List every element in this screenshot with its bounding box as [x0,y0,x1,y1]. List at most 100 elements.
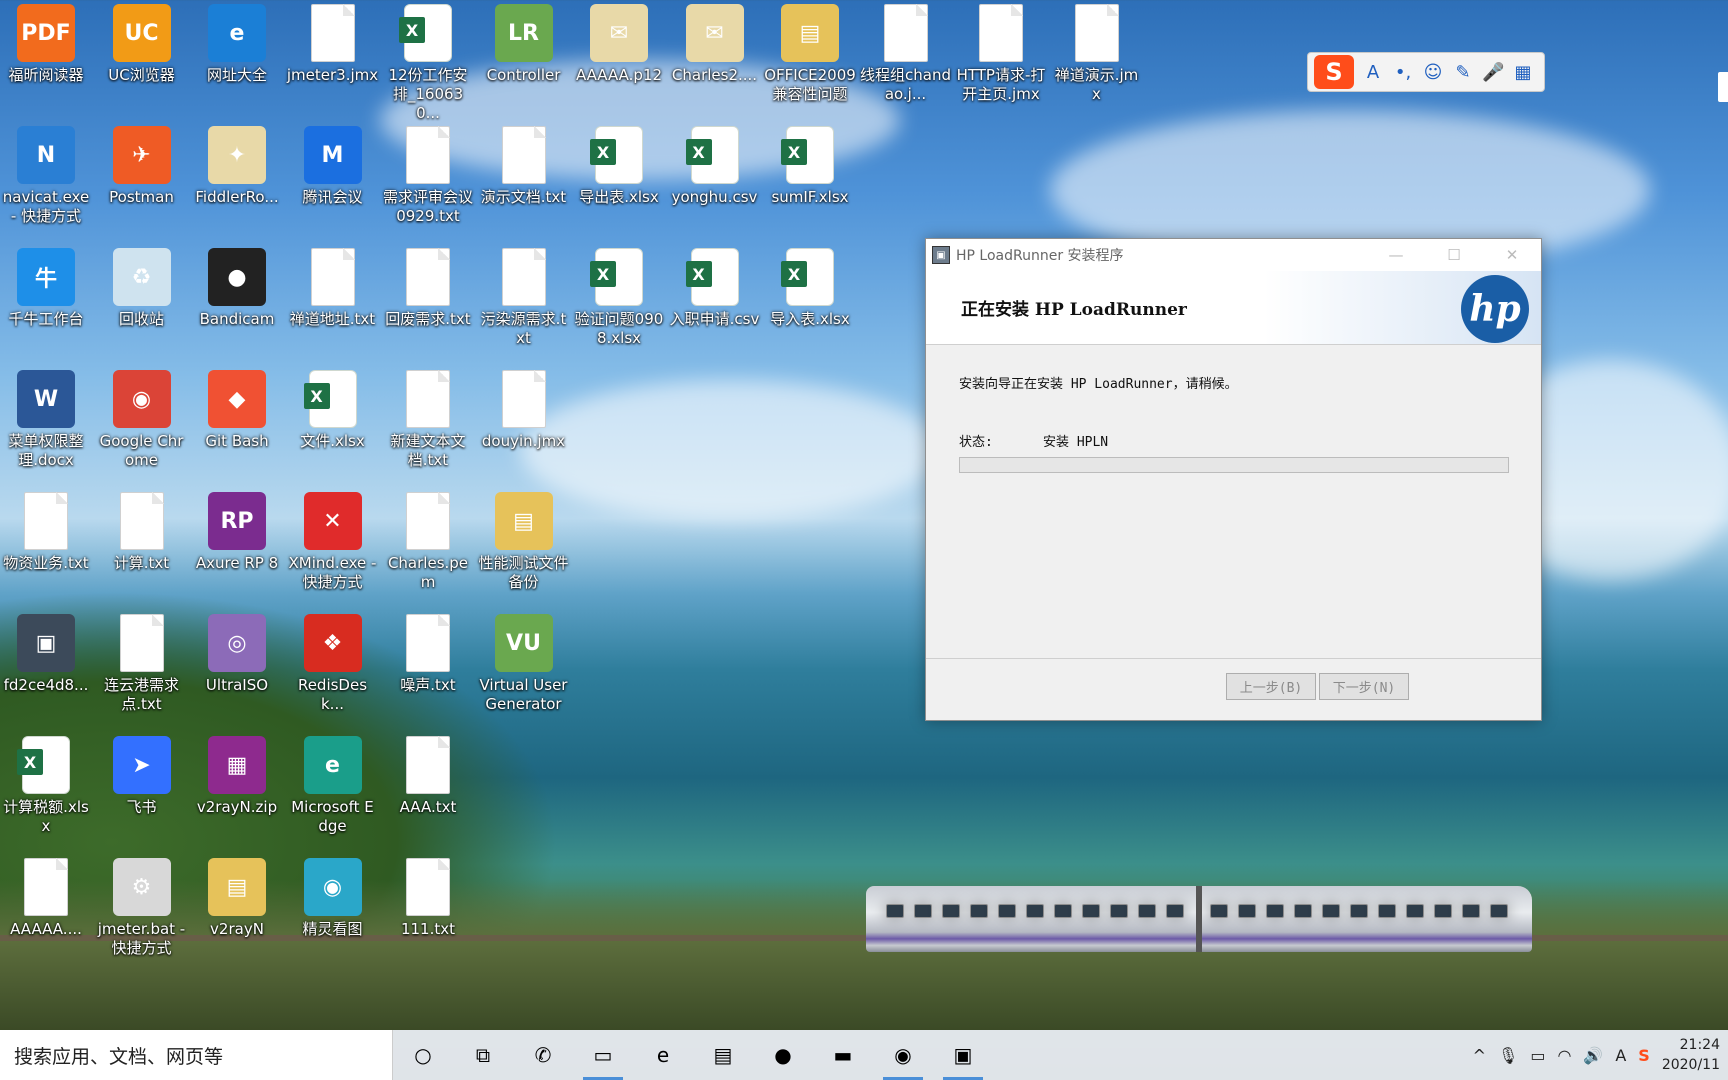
ime-emoji-button[interactable]: ☺ [1422,62,1444,83]
terminal-icon[interactable]: ▬ [813,1030,873,1080]
desktop-icon[interactable]: e Microsoft Edge [287,736,379,836]
file-icon [24,858,68,916]
desktop-icon[interactable]: douyin.jmx [478,370,570,451]
desktop-icon[interactable]: XsumIF.xlsx [764,126,856,207]
desktop-icon[interactable]: HTTP请求-打开主页.jmx [955,4,1047,104]
desktop-icon[interactable]: ▤ OFFICE2009兼容性问题 [764,4,856,104]
desktop-icon[interactable]: VU Virtual User Generator [478,614,570,714]
file-explorer-icon[interactable]: ▤ [693,1030,753,1080]
desktop-icon[interactable]: 连云港需求点.txt [96,614,188,714]
battery-icon[interactable]: ▭ [1530,1046,1545,1065]
next-button[interactable]: 下一步(N) [1319,673,1409,700]
minimize-button[interactable]: — [1367,246,1425,264]
maximize-button[interactable]: ☐ [1425,246,1483,264]
bandicam-icon[interactable]: ● [753,1030,813,1080]
desktop-icon[interactable]: RP Axure RP 8 [191,492,283,573]
desktop-icon[interactable]: 线程组chandao.j... [860,4,952,104]
desktop-icon-label: 文件.xlsx [300,432,365,450]
desktop-icon-label: UC浏览器 [108,66,175,84]
desktop-icon[interactable]: 污染源需求.txt [478,248,570,348]
desktop-icon[interactable]: X 12份工作安排_160630... [382,4,474,123]
desktop-icon[interactable]: 牛千牛工作台 [0,248,92,329]
desktop-icon[interactable]: ✉ Charles2.... [669,4,761,85]
desktop-icon[interactable]: ⚙ jmeter.bat - 快捷方式 [96,858,188,958]
ime-punctuation-button[interactable]: •, [1392,62,1414,83]
desktop-icon[interactable]: ◆ Git Bash [191,370,283,451]
installer-window: ▣ HP LoadRunner 安装程序 — ☐ ✕ 正在安装 HP LoadR… [925,238,1542,721]
desktop-icon[interactable]: ➤ 飞书 [96,736,188,817]
wechat-icon[interactable]: ✆ [513,1030,573,1080]
desktop-icon[interactable]: X 文件.xlsx [287,370,379,451]
taskbar-search-box[interactable]: 搜索应用、文档、网页等 [0,1030,393,1080]
ie-icon[interactable]: e [633,1030,693,1080]
desktop-icon[interactable]: e 网址大全 [191,4,283,85]
chrome-icon[interactable]: ◉ [873,1030,933,1080]
desktop-icon[interactable]: X 计算税额.xlsx [0,736,92,836]
desktop-icon[interactable]: LR Controller [478,4,570,85]
desktop-icon[interactable]: ▤ 性能测试文件备份 [478,492,570,592]
desktop-icon[interactable]: Charles.pem [382,492,474,592]
close-button[interactable]: ✕ [1483,246,1541,264]
desktop-icon[interactable]: ✉ AAAAA.p12 [573,4,665,85]
desktop-icon[interactable]: Xyonghu.csv [669,126,761,207]
desktop-icon[interactable]: ✦ FiddlerRo... [191,126,283,207]
desktop-icon[interactable]: ▣ fd2ce4d8... [0,614,92,695]
desktop-icon[interactable]: ✕ XMind.exe - 快捷方式 [287,492,379,592]
ime-voice-button[interactable]: 🎤 [1482,62,1504,83]
desktop-icon[interactable]: ✈ Postman [96,126,188,207]
train-window [1138,904,1156,918]
desktop-icon[interactable]: W 菜单权限整理.docx [0,370,92,470]
desktop-icon[interactable]: Nnavicat.exe - 快捷方式 [0,126,92,226]
ime-toolbox-button[interactable]: ▦ [1512,62,1534,83]
desktop-icon[interactable]: ▤ v2rayN [191,858,283,939]
desktop-icon[interactable]: X 导出表.xlsx [573,126,665,207]
installer-banner: 正在安装 HP LoadRunner hp [926,271,1541,345]
desktop-icon[interactable]: UC UC浏览器 [96,4,188,85]
desktop-icon[interactable]: 计算.txt [96,492,188,573]
train-window [1110,904,1128,918]
desktop-icon[interactable]: ◎ UltraISO [191,614,283,695]
task-view-icon[interactable]: ⧉ [453,1030,513,1080]
volume-icon[interactable]: 🔊 [1583,1046,1603,1065]
desktop-icon[interactable]: ◉ Google Chrome [96,370,188,470]
installer-titlebar[interactable]: ▣ HP LoadRunner 安装程序 — ☐ ✕ [926,239,1541,271]
sogou-tray-icon[interactable]: S [1638,1046,1650,1065]
desktop-icon[interactable]: jmeter3.jmx [287,4,379,85]
desktop-icon[interactable]: 噪声.txt [382,614,474,695]
desktop-icon[interactable]: 禅道演示.jmx [1051,4,1143,104]
train-window [1266,904,1284,918]
sogou-logo-icon[interactable]: S [1314,55,1354,89]
tray-chevron-icon[interactable]: ^ [1473,1046,1486,1065]
desktop-icon[interactable]: 禅道地址.txt [287,248,379,329]
clock[interactable]: 21:24 2020/11 [1662,1035,1720,1075]
desktop-icon-label: Charles2.... [671,66,758,84]
desktop-icon[interactable]: 回废需求.txt [382,248,474,329]
desktop-icon[interactable]: PDF 福昕阅读器 [0,4,92,85]
desktop-icon[interactable]: ● Bandicam [191,248,283,329]
edge-tab[interactable] [1718,72,1728,102]
wifi-icon[interactable]: ◠ [1557,1046,1571,1065]
ime-handwrite-button[interactable]: ✎ [1452,62,1474,83]
desktop-icon[interactable]: ♻ 回收站 [96,248,188,329]
desktop-icon[interactable]: AAAAA.... [0,858,92,939]
installer-icon[interactable]: ▣ [933,1030,993,1080]
ime-font-button[interactable]: A [1362,62,1384,83]
ime-mode-icon[interactable]: A [1615,1046,1626,1065]
desktop-icon[interactable]: X 入职申请.csv [669,248,761,329]
cortana-icon[interactable]: ○ [393,1030,453,1080]
desktop-icon[interactable]: ▦ v2rayN.zip [191,736,283,817]
notebook-icon[interactable]: ▭ [573,1030,633,1080]
back-button[interactable]: 上一步(B) [1226,673,1316,700]
desktop-icon[interactable]: AAA.txt [382,736,474,817]
desktop-icon[interactable]: ❖ RedisDesk... [287,614,379,714]
microphone-icon[interactable]: 🎙 [1498,1046,1518,1065]
desktop-icon[interactable]: 演示文档.txt [478,126,570,207]
desktop-icon[interactable]: 物资业务.txt [0,492,92,573]
desktop-icon[interactable]: 111.txt [382,858,474,939]
desktop-icon[interactable]: M 腾讯会议 [287,126,379,207]
desktop-icon[interactable]: X 导入表.xlsx [764,248,856,329]
desktop-icon[interactable]: X 验证问题0908.xlsx [573,248,665,348]
desktop-icon[interactable]: ◉ 精灵看图 [287,858,379,939]
desktop-icon[interactable]: 需求评审会议0929.txt [382,126,474,226]
desktop-icon[interactable]: 新建文本文档.txt [382,370,474,470]
